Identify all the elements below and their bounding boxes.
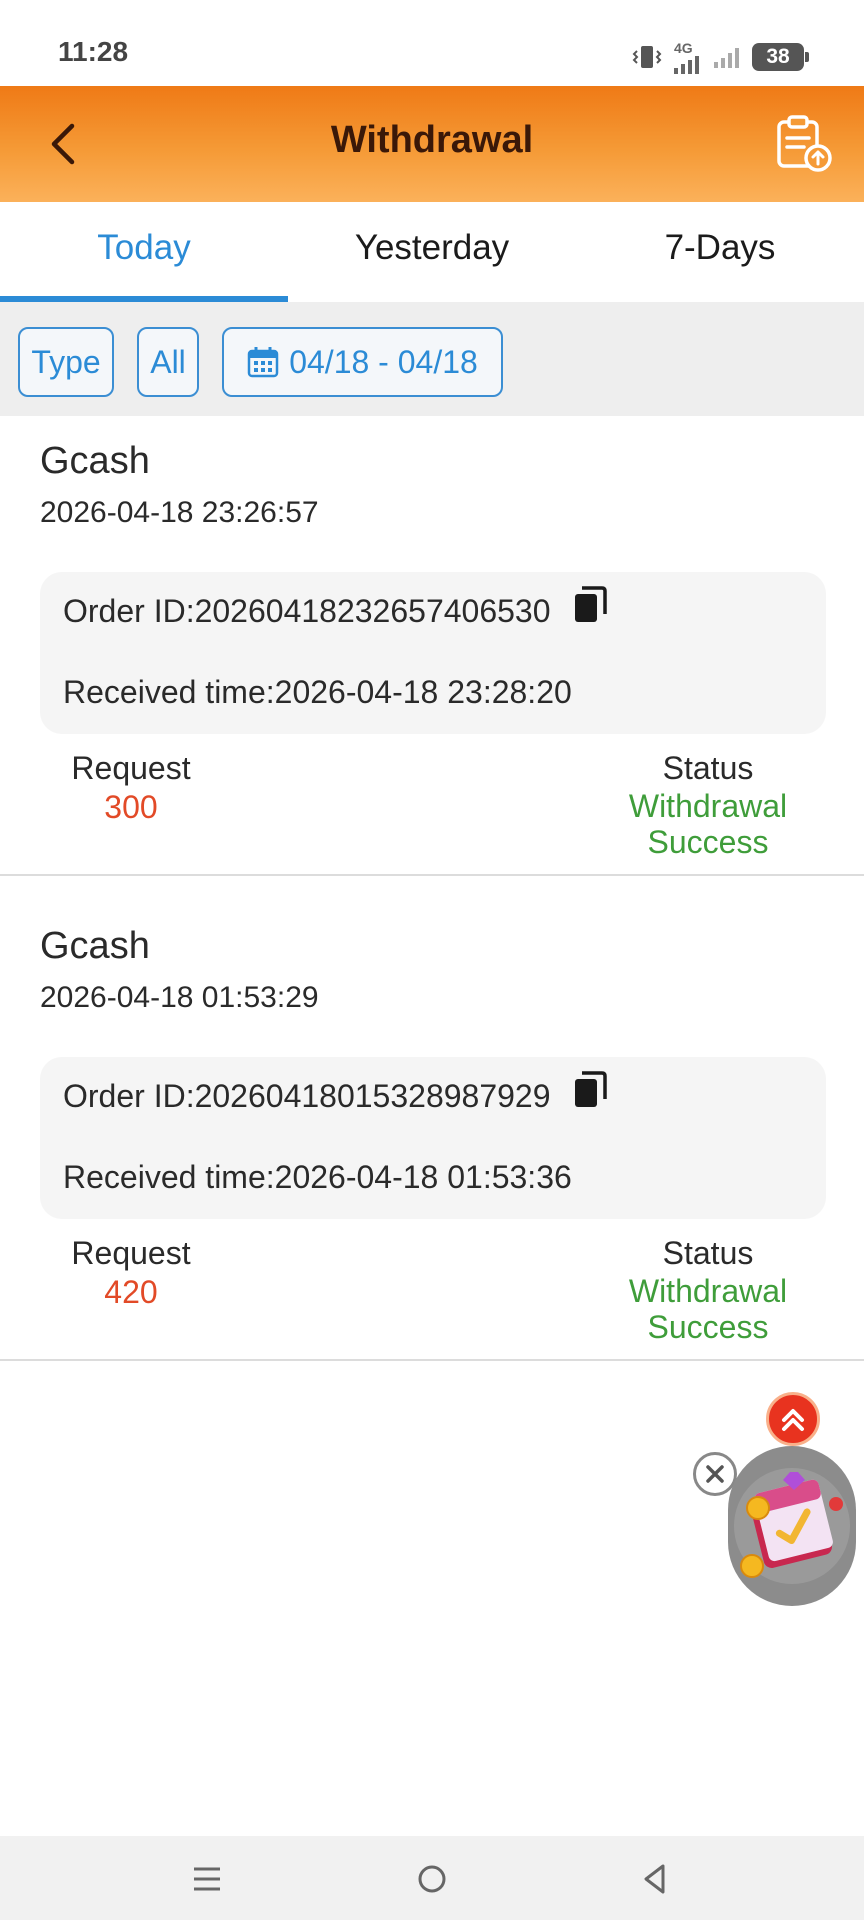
tab-yesterday[interactable]: Yesterday <box>288 202 576 302</box>
all-filter-button[interactable]: All <box>137 327 199 397</box>
order-id: Order ID:20260418015328987929 <box>63 1077 551 1114</box>
received-time: Received time:2026-04-18 01:53:36 <box>63 1159 572 1195</box>
signal-icon <box>714 48 739 68</box>
all-filter-label: All <box>150 343 186 380</box>
upload-record-button[interactable] <box>774 114 832 172</box>
home-icon <box>418 1865 446 1893</box>
back-nav-button[interactable] <box>630 1854 680 1904</box>
divider <box>0 1359 864 1361</box>
page-title: Withdrawal <box>330 119 534 161</box>
network-label: 4G <box>674 40 693 56</box>
status-value-line1: Withdrawal <box>628 1273 788 1309</box>
status-bar: 11:28 4G 38 <box>0 0 864 86</box>
recents-button[interactable] <box>182 1854 232 1904</box>
status-value-line1: Withdrawal <box>628 788 788 824</box>
status-column: Status Withdrawal Success <box>608 750 808 859</box>
back-triangle-icon <box>644 1864 665 1894</box>
status-time: 11:28 <box>58 36 129 67</box>
status-value-line2: Success <box>647 824 769 860</box>
order-id: Order ID:20260418232657406530 <box>63 592 551 629</box>
filter-bar: Type All 04/18 - 04/18 <box>0 302 864 416</box>
request-amount: 420 <box>104 1274 158 1310</box>
type-filter-button[interactable]: Type <box>18 327 114 397</box>
tab-label: Today <box>97 228 191 267</box>
status-label: Status <box>662 1235 754 1271</box>
promo-floating-button[interactable] <box>728 1446 856 1606</box>
status-column: Status Withdrawal Success <box>608 1235 808 1344</box>
request-label: Request <box>71 1235 191 1271</box>
close-icon <box>706 1465 724 1483</box>
copy-icon[interactable] <box>573 586 607 624</box>
status-label: Status <box>662 750 754 786</box>
status-icons: 4G 38 <box>630 40 809 74</box>
system-nav-bar <box>0 1836 864 1920</box>
battery-level: 38 <box>766 45 790 68</box>
request-label: Request <box>71 750 191 786</box>
battery-icon: 38 <box>752 43 809 71</box>
gift-book-icon <box>734 1468 850 1584</box>
scroll-to-top-button[interactable] <box>766 1392 820 1446</box>
menu-icon <box>194 1867 220 1891</box>
type-filter-label: Type <box>31 343 101 380</box>
received-time: Received time:2026-04-18 23:28:20 <box>63 674 572 710</box>
status-value-line2: Success <box>647 1309 769 1345</box>
clipboard-upload-icon <box>777 115 832 172</box>
request-column: Request 300 <box>40 750 222 826</box>
order-details-box: Order ID:20260418232657406530 Received t… <box>40 572 826 734</box>
record-time: 2026-04-18 01:53:29 <box>40 981 319 1014</box>
tab-7-days[interactable]: 7-Days <box>576 202 864 302</box>
request-amount: 300 <box>104 789 158 825</box>
date-range-label: 04/18 - 04/18 <box>289 343 478 380</box>
tab-label: Yesterday <box>354 228 510 267</box>
copy-icon[interactable] <box>573 1071 607 1109</box>
double-chevron-up-icon <box>782 1409 804 1431</box>
signal-4g-icon: 4G <box>674 40 704 74</box>
date-tabs: Today Yesterday 7-Days <box>0 202 864 302</box>
date-range-button[interactable]: 04/18 - 04/18 <box>222 327 503 397</box>
request-column: Request 420 <box>40 1235 222 1311</box>
calendar-icon <box>247 347 279 378</box>
app-header: Withdrawal <box>0 86 864 202</box>
order-id-row: Order ID:20260418015328987929 <box>63 1071 607 1115</box>
order-id-row: Order ID:20260418232657406530 <box>63 586 607 630</box>
vibrate-icon <box>632 46 662 68</box>
payment-method: Gcash <box>40 440 150 482</box>
home-button[interactable] <box>407 1854 457 1904</box>
tab-label: 7-Days <box>664 228 776 267</box>
record-time: 2026-04-18 23:26:57 <box>40 496 319 529</box>
order-details-box: Order ID:20260418015328987929 Received t… <box>40 1057 826 1219</box>
divider <box>0 874 864 876</box>
tab-today[interactable]: Today <box>0 202 288 302</box>
payment-method: Gcash <box>40 925 150 967</box>
